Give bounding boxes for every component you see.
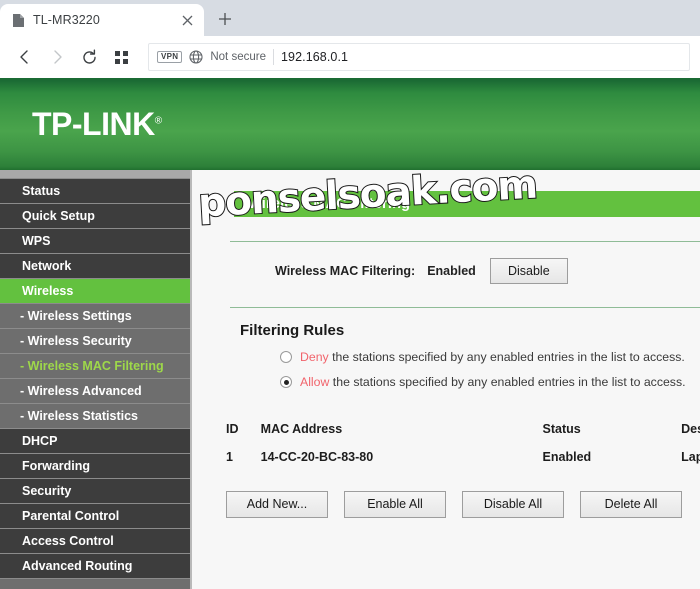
table-body: 1 14-CC-20-BC-83-80 Enabled Laptop Asus: [226, 450, 700, 464]
browser-chrome: TL-MR3220 VPN Not secure 192.168.0.1: [0, 0, 700, 78]
table-header-row: ID MAC Address Status Description: [226, 422, 700, 450]
sidebar-item-wps[interactable]: WPS: [0, 229, 190, 254]
security-status-text: Not secure: [210, 51, 266, 63]
browser-toolbar: VPN Not secure 192.168.0.1: [0, 36, 700, 78]
column-header-status: Status: [542, 422, 581, 437]
tplink-header-banner: TP-LINK®: [0, 78, 700, 170]
back-icon[interactable]: [10, 42, 40, 72]
action-button-row: Add New... Enable All Disable All Delete Al…: [226, 491, 700, 518]
sidebar-item-access-control[interactable]: Access Control: [0, 529, 190, 554]
vpn-badge: VPN: [157, 50, 183, 64]
sidebar-item-security[interactable]: Security: [0, 479, 190, 504]
sidebar-item-list: Status Quick Setup WPS Network Wireless - Wir…: [0, 179, 190, 579]
entry-id: 1: [226, 450, 233, 465]
sidebar-nav: Status Quick Setup WPS Network Wireless - Wir…: [0, 170, 192, 589]
delete-all-button[interactable]: Delete All: [580, 491, 682, 518]
sidebar-item-wireless-statistics[interactable]: - Wireless Statistics: [0, 404, 190, 429]
forward-icon: [42, 42, 72, 72]
page-title: Wireless MAC Filtering: [248, 196, 411, 212]
rule-description: the stations specified by any enabled en…: [329, 375, 686, 390]
column-header-id: ID: [226, 422, 239, 437]
disable-all-button[interactable]: Disable All: [462, 491, 564, 518]
sidebar-item-label: Wireless: [22, 284, 74, 298]
sidebar-item-wireless[interactable]: Wireless: [0, 279, 190, 304]
sidebar-item-forwarding[interactable]: Forwarding: [0, 454, 190, 479]
column-header-description: Description: [681, 422, 700, 437]
rule-option-allow[interactable]: Allow the stations specified by any enab…: [192, 375, 700, 389]
rule-option-text: Deny the stations specified by any enabl…: [300, 350, 685, 364]
filtering-status-row: Wireless MAC Filtering: Enabled Disable: [192, 258, 700, 285]
sidebar-item-dhcp[interactable]: DHCP: [0, 429, 190, 454]
enable-all-button[interactable]: Enable All: [344, 491, 446, 518]
rule-option-text: Allow the stations specified by any enab…: [300, 375, 686, 389]
filtering-rule-options: Deny the stations specified by any enabl…: [192, 350, 700, 389]
mac-filter-table: ID MAC Address Status Description 1 14-CC…: [226, 422, 700, 464]
sidebar-item-label: Parental Control: [22, 509, 120, 523]
browser-tab[interactable]: TL-MR3220: [0, 4, 204, 36]
rule-keyword: Deny: [300, 350, 329, 365]
sidebar-item-label: - Wireless Security: [20, 334, 132, 348]
sidebar-item-status[interactable]: Status: [0, 179, 190, 204]
address-bar[interactable]: VPN Not secure 192.168.0.1: [148, 43, 690, 71]
sidebar-item-wireless-advanced[interactable]: - Wireless Advanced: [0, 379, 190, 404]
new-tab-button[interactable]: [210, 4, 240, 34]
sidebar-item-label: - Wireless Statistics: [20, 409, 138, 423]
section-header: Wireless MAC Filtering: [234, 191, 700, 217]
sidebar-top-strip: [0, 170, 190, 179]
page-icon: [12, 13, 25, 28]
entry-status: Enabled: [542, 450, 592, 465]
url-text[interactable]: 192.168.0.1: [281, 50, 348, 64]
main-content: ponselsoak.com Wireless MAC Filtering Wi…: [192, 170, 700, 589]
sidebar-item-label: - Wireless MAC Filtering: [20, 359, 164, 373]
sidebar-item-label: Network: [22, 259, 72, 273]
disable-filtering-button[interactable]: Disable: [489, 258, 568, 285]
globe-icon[interactable]: [189, 50, 203, 64]
divider-rules: [230, 307, 700, 309]
table-row: 1 14-CC-20-BC-83-80 Enabled Laptop Asus: [226, 450, 700, 464]
router-admin-page: Status Quick Setup WPS Network Wireless - Wir…: [0, 170, 700, 589]
sidebar-item-label: Access Control: [22, 534, 114, 548]
tplink-logo-text: TP-LINK: [32, 106, 155, 142]
sidebar-item-label: Quick Setup: [22, 209, 95, 223]
sidebar-item-label: - Wireless Advanced: [20, 384, 142, 398]
sidebar-item-label: Status: [22, 184, 61, 198]
sidebar-item-label: WPS: [22, 234, 51, 248]
filtering-status-label: Wireless MAC Filtering:: [275, 264, 416, 279]
tab-title: TL-MR3220: [33, 13, 100, 27]
rule-description: the stations specified by any enabled en…: [328, 350, 685, 365]
filtering-status-value: Enabled: [427, 264, 476, 279]
sidebar-item-label: Security: [22, 484, 72, 498]
sidebar-item-label: Forwarding: [22, 459, 91, 473]
sidebar-item-wireless-settings[interactable]: - Wireless Settings: [0, 304, 190, 329]
tab-strip: TL-MR3220: [0, 0, 700, 36]
entry-description: Laptop Asus: [681, 450, 700, 465]
rule-option-deny[interactable]: Deny the stations specified by any enabl…: [192, 350, 700, 364]
divider-top: [230, 241, 700, 242]
sidebar-item-wireless-security[interactable]: - Wireless Security: [0, 329, 190, 354]
sidebar-item-advanced-routing[interactable]: Advanced Routing: [0, 554, 190, 579]
rule-keyword: Allow: [300, 375, 330, 390]
radio-deny[interactable]: [280, 351, 292, 364]
sidebar-item-label: Advanced Routing: [22, 559, 133, 573]
sidebar-item-label: - Wireless Settings: [20, 309, 132, 323]
sidebar-item-quick-setup[interactable]: Quick Setup: [0, 204, 190, 229]
apps-grid-icon[interactable]: [106, 42, 136, 72]
sidebar-item-parental-control[interactable]: Parental Control: [0, 504, 190, 529]
reload-icon[interactable]: [74, 42, 104, 72]
add-new-button[interactable]: Add New...: [226, 491, 328, 518]
entry-mac-address: 14-CC-20-BC-83-80: [260, 450, 374, 465]
tplink-logo: TP-LINK®: [32, 106, 162, 143]
sidebar-item-wireless-mac-filtering[interactable]: - Wireless MAC Filtering: [0, 354, 190, 379]
sidebar-item-network[interactable]: Network: [0, 254, 190, 279]
filtering-rules-heading: Filtering Rules: [240, 322, 345, 340]
close-icon[interactable]: [178, 11, 196, 29]
registered-trademark-icon: ®: [154, 115, 162, 127]
omnibox-divider: [272, 49, 274, 65]
column-header-mac-address: MAC Address: [260, 422, 343, 437]
sidebar-item-label: DHCP: [22, 434, 58, 448]
radio-allow[interactable]: [280, 376, 292, 389]
